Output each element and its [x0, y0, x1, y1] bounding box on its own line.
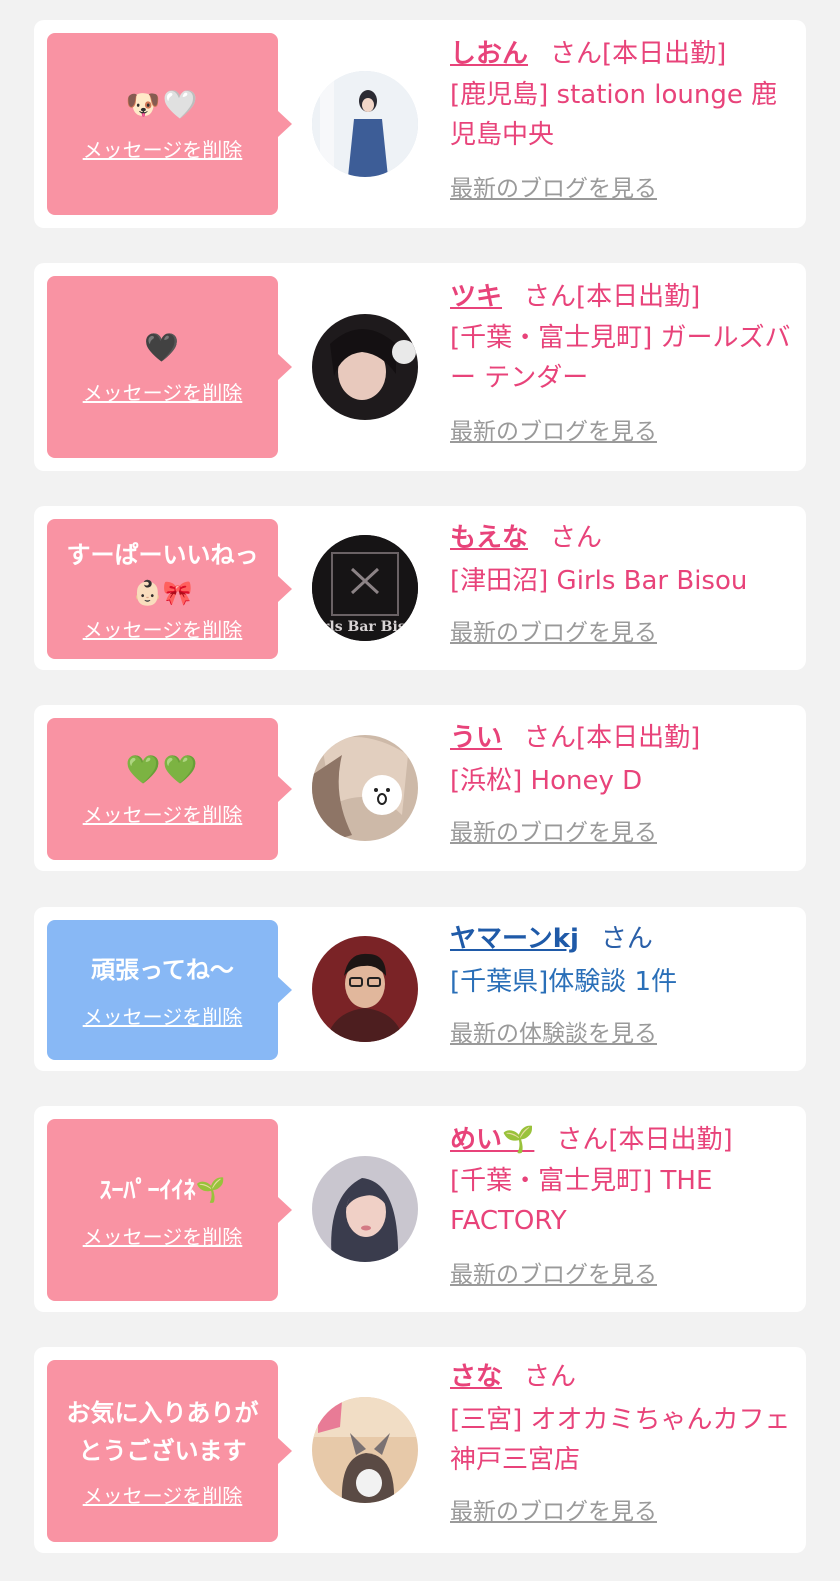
message-bubble: すーぱーいいねっ 👶🏻🎀 メッセージを削除	[47, 519, 292, 659]
delete-message-link[interactable]: メッセージを削除	[83, 1001, 243, 1030]
shop-label: [千葉・富士見町] THE FACTORY	[450, 1166, 713, 1236]
message-bubble: 🐶🤍 メッセージを削除	[47, 33, 292, 215]
avatar[interactable]	[312, 1397, 418, 1503]
message-text: お気に入りありが とうございます	[66, 1398, 259, 1465]
user-status: さん	[600, 924, 653, 954]
message-bubble: お気に入りありが とうございます メッセージを削除	[47, 1360, 292, 1542]
delete-message-link[interactable]: メッセージを削除	[83, 377, 243, 406]
cast-info: ツキ さん[本日出勤] [千葉・富士見町] ガールズバー テンダー 最新のブログを…	[450, 276, 792, 446]
avatar[interactable]: Girls Bar Bisou	[312, 535, 418, 641]
latest-blog-link[interactable]: 最新のブログを見る	[450, 1492, 657, 1526]
user-name-link[interactable]: ヤマーンkj	[450, 924, 579, 954]
cast-info: しおん さん[本日出勤] [鹿児島] station lounge 鹿児島中央 最…	[450, 33, 792, 203]
favorite-message-list: 🐶🤍 メッセージを削除 しおん さん[本日出勤] [鹿児島] station lo…	[0, 0, 840, 1581]
shop-label: [鹿児島] station lounge 鹿児島中央	[450, 80, 778, 150]
message-text: 🐶🤍	[125, 87, 200, 121]
user-info: ヤマーンkj さん [千葉県]体験談 1件 最新の体験談を見る	[450, 918, 792, 1048]
delete-message-link[interactable]: メッセージを削除	[83, 799, 243, 828]
message-card: すーぱーいいねっ 👶🏻🎀 メッセージを削除 Girls Bar Bisou もえ…	[34, 506, 806, 670]
delete-message-link[interactable]: メッセージを削除	[83, 1221, 243, 1250]
cast-name-link[interactable]: さな	[450, 1362, 502, 1392]
avatar[interactable]	[312, 71, 418, 177]
avatar[interactable]	[312, 1156, 418, 1262]
latest-blog-link[interactable]: 最新のブログを見る	[450, 412, 657, 446]
message-card: 🖤 メッセージを削除 ツキ さん[本日出勤] [千葉・富士見町] ガールズバー テ…	[34, 263, 806, 471]
message-card: 🐶🤍 メッセージを削除 しおん さん[本日出勤] [鹿児島] station lo…	[34, 20, 806, 228]
cast-info: さな さん [三宮] オオカミちゃんカフェ神戸三宮店 最新のブログを見る	[450, 1356, 792, 1526]
message-text: すーぱーいいねっ 👶🏻🎀	[66, 540, 259, 607]
message-card: お気に入りありが とうございます メッセージを削除 さな さん [三宮] オオカミ…	[34, 1347, 806, 1553]
cast-info: めい🌱 さん[本日出勤] [千葉・富士見町] THE FACTORY 最新のブログ…	[450, 1119, 792, 1289]
message-text: ｽｰﾊﾟｰｲｲﾈ🌱	[99, 1175, 226, 1204]
avatar[interactable]	[312, 936, 418, 1042]
avatar[interactable]	[312, 735, 418, 841]
latest-review-link[interactable]: 最新の体験談を見る	[450, 1014, 657, 1048]
cast-name-link[interactable]: ツキ	[450, 282, 502, 312]
message-bubble: 🖤 メッセージを削除	[47, 276, 292, 458]
cast-status: さん[本日出勤]	[524, 723, 701, 753]
avatar-logo-text: Girls Bar Bisou	[312, 619, 418, 635]
cast-info: うい さん[本日出勤] [浜松] Honey D 最新のブログを見る	[450, 717, 792, 847]
message-card: 💚💚 メッセージを削除 うい さん[本日出勤] [浜松] Honey D 最新のブ…	[34, 705, 806, 871]
delete-message-link[interactable]: メッセージを削除	[83, 1480, 243, 1509]
latest-blog-link[interactable]: 最新のブログを見る	[450, 1255, 657, 1289]
latest-blog-link[interactable]: 最新のブログを見る	[450, 169, 657, 203]
cast-status: さん	[524, 1362, 577, 1392]
message-bubble: 頑張ってね〜 メッセージを削除	[47, 920, 292, 1060]
cast-status: さん[本日出勤]	[524, 282, 701, 312]
message-text: 🖤	[144, 330, 181, 364]
cast-name-link[interactable]: しおん	[450, 39, 528, 69]
cast-info: もえな さん [津田沼] Girls Bar Bisou 最新のブログを見る	[450, 517, 792, 647]
cast-name-link[interactable]: もえな	[450, 523, 528, 553]
shop-label: [三宮] オオカミちゃんカフェ神戸三宮店	[450, 1405, 791, 1475]
delete-message-link[interactable]: メッセージを削除	[83, 614, 243, 643]
message-text: 💚💚	[125, 752, 200, 786]
cast-name-link[interactable]: うい	[450, 723, 502, 753]
cast-status: さん[本日出勤]	[550, 39, 727, 69]
cast-name-link[interactable]: めい🌱	[450, 1125, 534, 1155]
shop-label: [浜松] Honey D	[450, 766, 643, 796]
review-count-label: [千葉県]体験談 1件	[450, 967, 678, 997]
cast-status: さん	[550, 523, 603, 553]
shop-label: [千葉・富士見町] ガールズバー テンダー	[450, 323, 791, 393]
message-bubble: 💚💚 メッセージを削除	[47, 718, 292, 860]
message-card: ｽｰﾊﾟｰｲｲﾈ🌱 メッセージを削除 めい🌱 さん[本日出勤] [千葉・富士見町]…	[34, 1106, 806, 1312]
latest-blog-link[interactable]: 最新のブログを見る	[450, 813, 657, 847]
latest-blog-link[interactable]: 最新のブログを見る	[450, 613, 657, 647]
message-bubble: ｽｰﾊﾟｰｲｲﾈ🌱 メッセージを削除	[47, 1119, 292, 1301]
avatar[interactable]	[312, 314, 418, 420]
message-text: 頑張ってね〜	[91, 955, 234, 984]
delete-message-link[interactable]: メッセージを削除	[83, 134, 243, 163]
message-card: 頑張ってね〜 メッセージを削除 ヤマーンkj さん [千葉県]体験談 1件 最新の…	[34, 907, 806, 1071]
shop-label: [津田沼] Girls Bar Bisou	[450, 566, 748, 596]
cast-status: さん[本日出勤]	[556, 1125, 733, 1155]
